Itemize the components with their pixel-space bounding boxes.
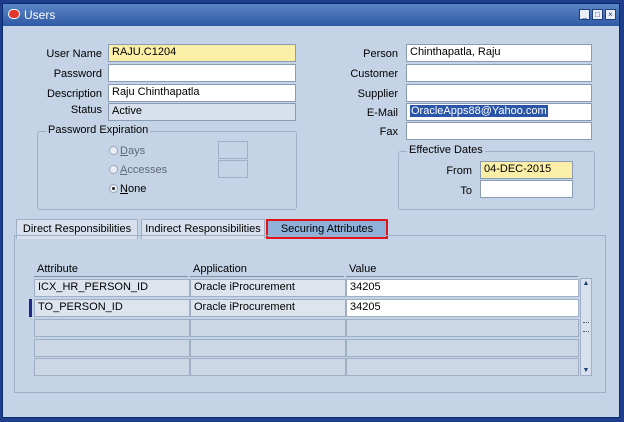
from-date-field[interactable]: 04-DEC-2015: [480, 161, 573, 179]
application-cell[interactable]: Oracle iProcurement: [190, 279, 346, 297]
description-field[interactable]: Raju Chinthapatla: [108, 84, 296, 102]
effective-dates-title: Effective Dates: [407, 144, 485, 156]
value-cell[interactable]: [346, 339, 579, 357]
accesses-label: Accesses: [120, 164, 168, 176]
none-radio[interactable]: [109, 184, 118, 193]
scroll-down-icon[interactable]: ▼: [582, 367, 590, 374]
customer-field[interactable]: [406, 64, 592, 82]
person-field[interactable]: Chinthapatla, Raju: [406, 44, 592, 62]
row-marker[interactable]: [29, 339, 32, 357]
value-cell[interactable]: [346, 358, 579, 376]
supplier-label: Supplier: [357, 88, 398, 100]
accesses-input[interactable]: [218, 160, 248, 178]
header-underline: [34, 276, 188, 277]
email-label: E-Mail: [366, 107, 398, 119]
application-cell[interactable]: [190, 339, 346, 357]
user-name-label: User Name: [46, 48, 102, 60]
window-title: Users: [24, 8, 56, 22]
status-label: Status: [70, 104, 102, 116]
accesses-radio[interactable]: [109, 165, 118, 174]
maximize-icon[interactable]: □: [592, 9, 603, 20]
to-label: To: [460, 185, 472, 197]
application-cell[interactable]: [190, 319, 346, 337]
customer-label: Customer: [350, 68, 398, 80]
value-cell[interactable]: 34205: [346, 299, 579, 317]
column-header-attribute: Attribute: [37, 263, 78, 275]
person-label: Person: [363, 48, 398, 60]
attribute-cell[interactable]: [34, 358, 190, 376]
value-cell[interactable]: 34205: [346, 279, 579, 297]
minimize-icon[interactable]: _: [579, 9, 590, 20]
password-expiration-title: Password Expiration: [46, 124, 151, 136]
attribute-cell[interactable]: [34, 339, 190, 357]
days-input[interactable]: [218, 141, 248, 159]
email-field[interactable]: OracleApps88@Yahoo.com: [406, 103, 592, 121]
row-marker[interactable]: [29, 358, 32, 376]
title-bar[interactable]: Users _ □ ×: [3, 4, 619, 26]
days-radio[interactable]: [109, 146, 118, 155]
attribute-cell[interactable]: ICX_HR_PERSON_ID: [34, 279, 190, 297]
status-field: Active: [108, 103, 296, 121]
column-header-value: Value: [349, 263, 377, 275]
attribute-cell[interactable]: [34, 319, 190, 337]
none-label: None: [120, 183, 147, 195]
row-marker[interactable]: [29, 279, 32, 297]
application-cell[interactable]: [190, 358, 346, 376]
user-name-field[interactable]: RAJU.C1204: [108, 44, 296, 62]
password-label: Password: [53, 68, 102, 80]
row-marker[interactable]: [29, 319, 32, 337]
header-underline: [190, 276, 344, 277]
to-date-field[interactable]: [480, 180, 573, 198]
oracle-logo-icon: [8, 9, 20, 19]
days-label: Days: [120, 145, 146, 157]
column-header-application: Application: [193, 263, 247, 275]
password-field[interactable]: [108, 64, 296, 82]
description-label: Description: [46, 88, 102, 100]
value-cell[interactable]: [346, 319, 579, 337]
email-value: OracleApps88@Yahoo.com: [410, 105, 548, 117]
supplier-field[interactable]: [406, 84, 592, 102]
application-cell[interactable]: Oracle iProcurement: [190, 299, 346, 317]
scroll-up-icon[interactable]: ▲: [582, 280, 590, 287]
fax-label: Fax: [379, 126, 398, 138]
scroll-grip-icon[interactable]: [583, 322, 589, 332]
header-underline: [346, 276, 578, 277]
current-row-marker[interactable]: [29, 299, 32, 317]
table-scrollbar[interactable]: ▲ ▼: [580, 278, 592, 376]
attribute-cell[interactable]: TO_PERSON_ID: [34, 299, 190, 317]
fax-field[interactable]: [406, 122, 592, 140]
from-label: From: [446, 165, 472, 177]
close-icon[interactable]: ×: [605, 9, 616, 20]
